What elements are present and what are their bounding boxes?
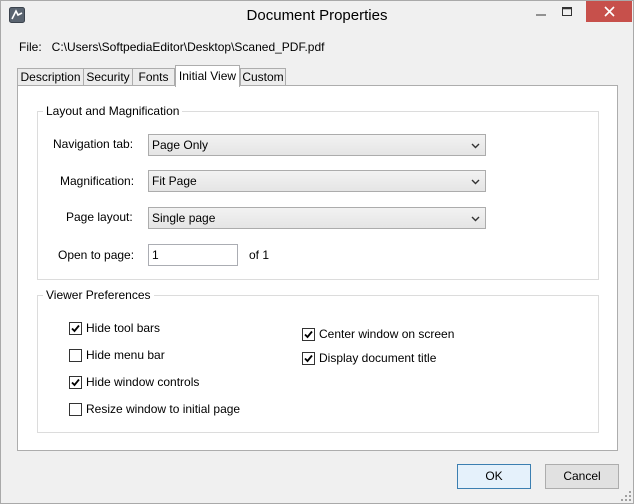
page-layout-label: Page layout: [66,210,133,224]
checkmark-icon [71,378,80,386]
initial-view-panel: Layout and Magnification Navigation tab:… [17,85,618,451]
resize-grip-icon[interactable] [621,491,631,501]
magnification-label: Magnification: [60,174,135,188]
display-document-title-checkbox[interactable]: Display document title [302,350,436,366]
resize-window-label: Resize window to initial page [86,402,241,416]
viewer-group-title: Viewer Preferences [46,288,151,302]
document-properties-dialog: Document Properties File: C:\Users\Softpe… [0,0,634,504]
hide-tool-bars-checkbox[interactable]: Hide tool bars [69,320,160,336]
checkbox-box [69,348,82,362]
chevron-down-icon [471,143,480,149]
close-button[interactable] [586,1,632,22]
magnification-value: Fit Page [152,174,197,188]
minimize-button[interactable] [528,1,554,22]
tab-custom[interactable]: Custom [240,68,286,86]
open-to-page-label: Open to page: [58,248,135,262]
checkbox-box [69,402,82,416]
display-document-title-label: Display document title [319,351,437,365]
tab-security[interactable]: Security [83,68,133,86]
magnification-select[interactable]: Fit Page [148,170,486,192]
page-count-text: of 1 [249,248,270,262]
open-to-page-input[interactable]: 1 [148,244,238,266]
checkmark-icon [71,324,80,332]
hide-tool-bars-label: Hide tool bars [86,321,161,335]
page-layout-value: Single page [152,211,216,225]
page-layout-select[interactable]: Single page [148,207,486,229]
navigation-tab-value: Page Only [152,138,209,152]
file-label: File: [19,40,42,54]
center-window-checkbox[interactable]: Center window on screen [302,326,454,342]
file-info: File: C:\Users\SoftpediaEditor\Desktop\Sc… [19,40,334,54]
hide-menu-bar-label: Hide menu bar [86,348,165,362]
checkmark-icon [304,354,313,362]
title-bar[interactable]: Document Properties [1,1,633,32]
hide-menu-bar-checkbox[interactable]: Hide menu bar [69,347,165,363]
file-path: C:\Users\SoftpediaEditor\Desktop\Scaned_… [51,40,325,54]
minimize-icon [536,14,546,15]
checkbox-box [69,321,82,335]
maximize-button[interactable] [554,1,580,22]
maximize-icon [562,6,572,16]
tab-fonts[interactable]: Fonts [132,68,175,86]
layout-group-title: Layout and Magnification [46,104,180,118]
checkbox-box [69,375,82,389]
ok-button[interactable]: OK [457,464,531,489]
tab-description[interactable]: Description [17,68,84,86]
chevron-down-icon [471,179,480,185]
hide-window-controls-label: Hide window controls [86,375,200,389]
chevron-down-icon [471,216,480,222]
tab-initial-view[interactable]: Initial View [175,65,240,87]
navigation-tab-select[interactable]: Page Only [148,134,486,156]
checkbox-box [302,351,315,365]
checkmark-icon [304,330,313,338]
checkbox-box [302,327,315,341]
hide-window-controls-checkbox[interactable]: Hide window controls [69,374,199,390]
close-icon [603,6,615,17]
resize-window-checkbox[interactable]: Resize window to initial page [69,401,240,417]
center-window-label: Center window on screen [319,327,455,341]
cancel-button[interactable]: Cancel [545,464,619,489]
navigation-tab-label: Navigation tab: [53,137,134,151]
